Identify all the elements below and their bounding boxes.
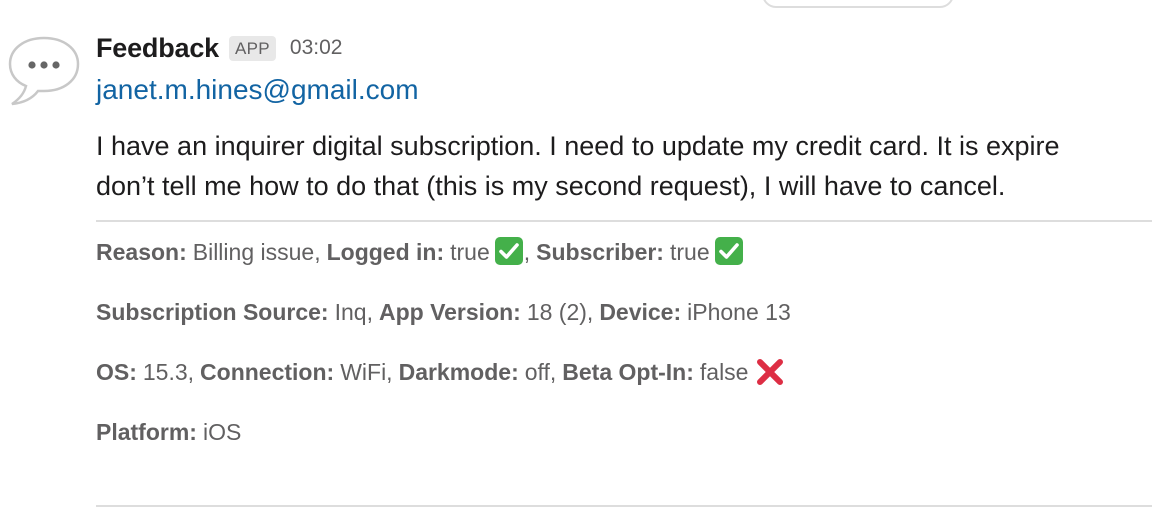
os-value: 15.3, (142, 358, 195, 385)
sender-name[interactable]: Feedback (96, 33, 219, 64)
platform-value: iOS (202, 418, 242, 445)
reason-label: Reason: (96, 238, 187, 265)
field-row-os: OS: 15.3, Connection: WiFi, Darkmode: of… (96, 342, 1152, 402)
beta-opt-in-value: false (699, 358, 749, 385)
darkmode-label: Darkmode: (398, 358, 519, 385)
platform-label: Platform: (96, 418, 197, 445)
os-label: OS: (96, 358, 137, 385)
metadata-fields: Reason: Billing issue, Logged in: true ,… (96, 222, 1152, 462)
app-version-value: 18 (2), (526, 298, 594, 325)
connection-label: Connection: (200, 358, 335, 385)
device-value: iPhone 13 (687, 298, 791, 325)
subscriber-label: Subscriber: (536, 238, 664, 265)
darkmode-value: off, (524, 358, 557, 385)
message-view: Feedback APP 03:02 janet.m.hines@gmail.c… (0, 0, 1152, 508)
message-header: Feedback APP 03:02 (96, 28, 1152, 68)
field-row-reason: Reason: Billing issue, Logged in: true ,… (96, 222, 1152, 282)
app-version-label: App Version: (378, 298, 521, 325)
message-body-line: don’t tell me how to do that (this is my… (96, 171, 1006, 201)
logged-in-label: Logged in: (326, 238, 445, 265)
app-badge: APP (228, 35, 276, 61)
speech-bubble-ellipsis-icon (8, 36, 80, 106)
green-check-icon (714, 237, 743, 265)
device-label: Device: (599, 298, 682, 325)
beta-opt-in-label: Beta Opt-In: (562, 358, 694, 385)
avatar[interactable] (6, 32, 82, 108)
message-body: I have an inquirer digital subscription.… (96, 126, 1152, 206)
logged-in-value: true (450, 238, 490, 265)
subscription-source-label: Subscription Source: (96, 298, 329, 325)
connection-value: WiFi, (340, 358, 393, 385)
field-row-subscription: Subscription Source: Inq, App Version: 1… (96, 282, 1152, 342)
reason-value: Billing issue, (192, 238, 321, 265)
timestamp[interactable]: 03:02 (290, 36, 343, 60)
field-row-platform: Platform: iOS (96, 402, 1152, 462)
top-pill-button[interactable] (762, 0, 954, 8)
email-link[interactable]: janet.m.hines@gmail.com (96, 74, 419, 106)
message-content: Feedback APP 03:02 janet.m.hines@gmail.c… (96, 28, 1152, 462)
red-cross-icon (757, 359, 784, 385)
bottom-divider (96, 505, 1152, 507)
message-body-line: I have an inquirer digital subscription.… (96, 131, 1060, 161)
subscriber-value: true (669, 238, 710, 265)
green-check-icon (494, 237, 523, 265)
logged-in-separator: , (523, 238, 531, 265)
subscription-source-value: Inq, (334, 298, 373, 325)
